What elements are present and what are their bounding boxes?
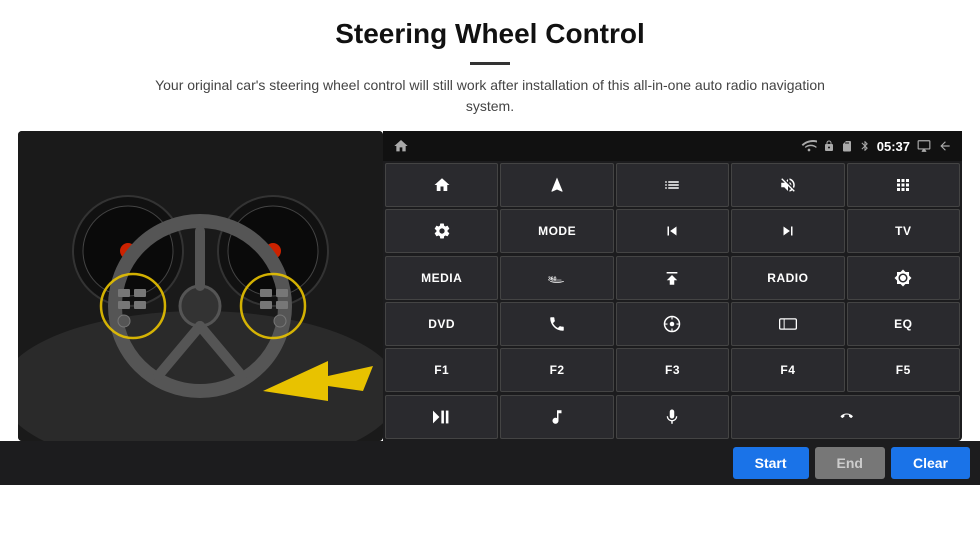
btn-media[interactable]: MEDIA bbox=[385, 256, 498, 300]
start-button[interactable]: Start bbox=[733, 447, 809, 479]
status-icons: 05:37 bbox=[801, 138, 952, 154]
bluetooth-icon bbox=[859, 138, 871, 154]
btn-eq[interactable]: EQ bbox=[847, 302, 960, 346]
btn-phone[interactable] bbox=[500, 302, 613, 346]
btn-navigate[interactable] bbox=[500, 163, 613, 207]
status-left bbox=[393, 138, 409, 154]
end-button[interactable]: End bbox=[815, 447, 885, 479]
btn-next[interactable] bbox=[731, 209, 844, 253]
btn-brightness[interactable] bbox=[847, 256, 960, 300]
home-status-icon bbox=[393, 138, 409, 154]
btn-f2[interactable]: F2 bbox=[500, 348, 613, 392]
btn-settings[interactable] bbox=[385, 209, 498, 253]
title-divider bbox=[470, 62, 510, 65]
btn-music[interactable] bbox=[500, 395, 613, 439]
btn-f5[interactable]: F5 bbox=[847, 348, 960, 392]
clear-button[interactable]: Clear bbox=[891, 447, 970, 479]
subtitle: Your original car's steering wheel contr… bbox=[150, 75, 830, 117]
btn-navi[interactable] bbox=[616, 302, 729, 346]
display-icon bbox=[916, 139, 932, 153]
btn-dvd[interactable]: DVD bbox=[385, 302, 498, 346]
back-icon bbox=[938, 139, 952, 153]
btn-list[interactable] bbox=[616, 163, 729, 207]
status-time: 05:37 bbox=[877, 139, 910, 154]
wifi-icon bbox=[801, 140, 817, 152]
btn-f4[interactable]: F4 bbox=[731, 348, 844, 392]
btn-f1[interactable]: F1 bbox=[385, 348, 498, 392]
btn-mode[interactable]: MODE bbox=[500, 209, 613, 253]
btn-apps[interactable] bbox=[847, 163, 960, 207]
btn-f3[interactable]: F3 bbox=[616, 348, 729, 392]
car-image bbox=[18, 131, 383, 441]
btn-eject[interactable] bbox=[616, 256, 729, 300]
btn-360[interactable]: 360 bbox=[500, 256, 613, 300]
btn-radio[interactable]: RADIO bbox=[731, 256, 844, 300]
button-grid: MODE TV MEDIA 360 RADIO bbox=[383, 161, 962, 441]
btn-tv[interactable]: TV bbox=[847, 209, 960, 253]
btn-call-end[interactable] bbox=[731, 395, 960, 439]
btn-playpause[interactable] bbox=[385, 395, 498, 439]
lock-icon bbox=[823, 139, 835, 153]
ui-panel: 05:37 bbox=[383, 131, 962, 441]
btn-mute[interactable] bbox=[731, 163, 844, 207]
content-area: 05:37 bbox=[0, 131, 980, 441]
bottom-bar: Start End Clear bbox=[0, 441, 980, 485]
btn-mic[interactable] bbox=[616, 395, 729, 439]
btn-prev[interactable] bbox=[616, 209, 729, 253]
btn-home[interactable] bbox=[385, 163, 498, 207]
btn-screen[interactable] bbox=[731, 302, 844, 346]
page-title: Steering Wheel Control bbox=[0, 0, 980, 56]
sd-icon bbox=[841, 139, 853, 153]
status-bar: 05:37 bbox=[383, 131, 962, 161]
